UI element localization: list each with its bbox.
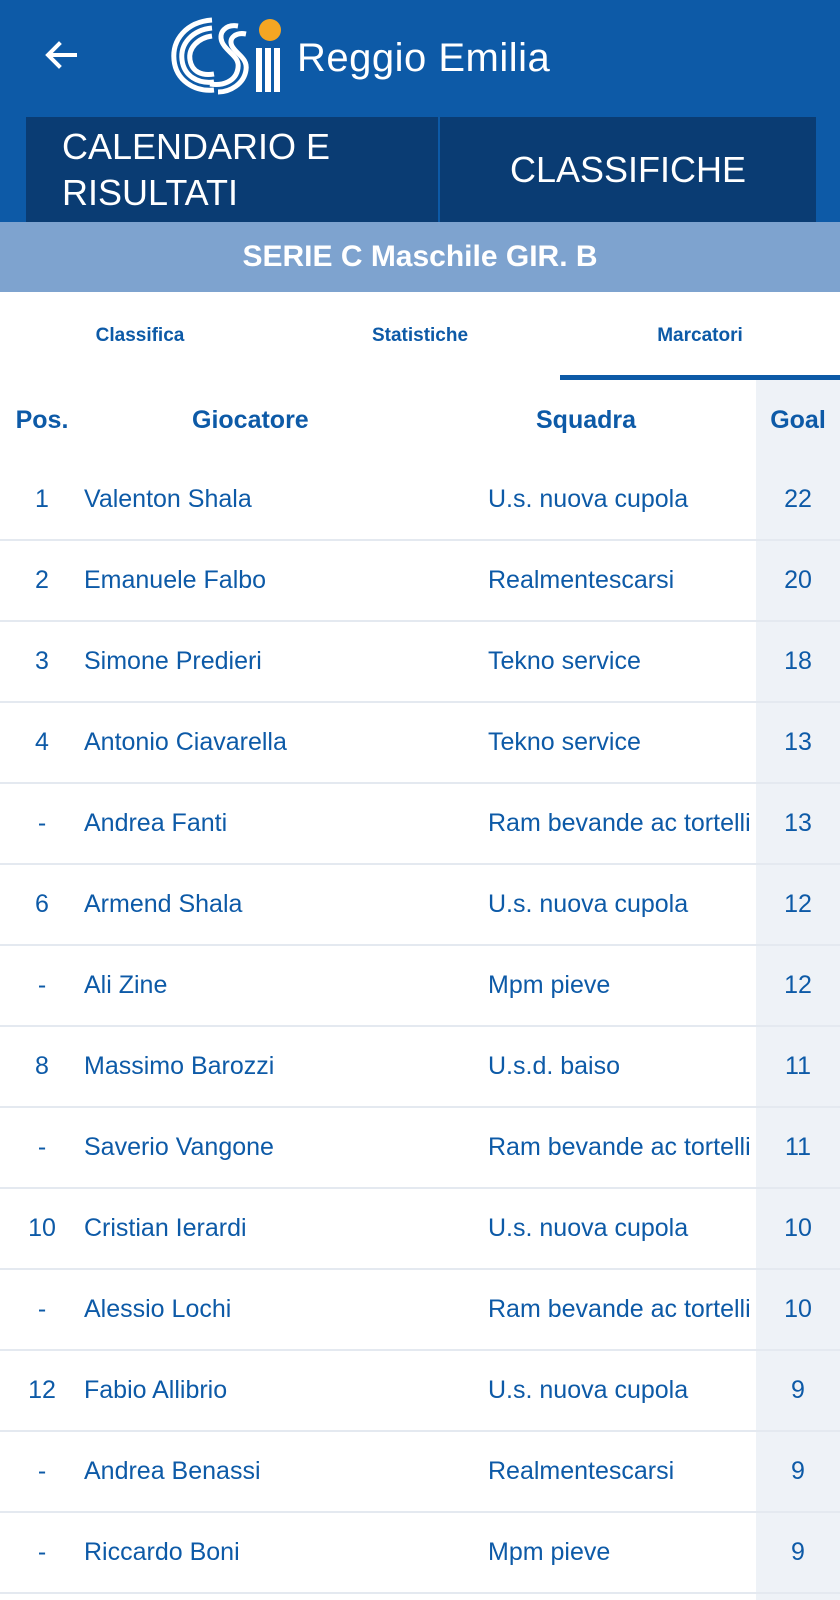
table-header: Pos. Giocatore Squadra Goal [0, 380, 840, 460]
row-pos: - [37, 1295, 47, 1323]
row-player: Massimo Barozzi [84, 1052, 275, 1080]
row-team: U.s.d. baiso [488, 1052, 621, 1080]
row-team: Ram bevande ac tortelli [488, 1133, 751, 1161]
row-player: Saverio Vangone [84, 1133, 274, 1161]
serie-title: SERIE C Maschile GIR. B [242, 240, 598, 273]
table-row[interactable]: 6 Armend Shala U.s. nuova cupola 12 [0, 865, 840, 946]
back-button[interactable] [36, 30, 86, 80]
row-goal: 10 [784, 1214, 812, 1242]
row-player: Simone Predieri [84, 647, 262, 675]
row-goal: 22 [784, 485, 812, 513]
header-team[interactable]: Squadra [488, 404, 756, 437]
arrow-left-icon [45, 41, 77, 69]
row-pos: - [37, 1133, 47, 1161]
main-tabs: CALENDARIO E RISULTATI CLASSIFICHE [26, 117, 816, 222]
subtab-statistiche[interactable]: Statistiche [280, 292, 560, 380]
row-goal: 9 [791, 1538, 805, 1566]
subtab-classifica-label: Classifica [95, 325, 185, 346]
tab-calendario-label: CALENDARIO E RISULTATI [62, 125, 331, 213]
row-goal: 13 [784, 809, 812, 837]
header-player[interactable]: Giocatore [84, 406, 488, 435]
row-player: Ali Zine [84, 971, 168, 999]
row-pos: 10 [28, 1214, 56, 1242]
row-team: Mpm pieve [488, 971, 611, 999]
row-pos: - [37, 1457, 47, 1485]
subtab-marcatori[interactable]: Marcatori [560, 292, 840, 380]
row-pos: - [37, 809, 47, 837]
table-row[interactable]: 12 Fabio Allibrio U.s. nuova cupola 9 [0, 1351, 840, 1432]
table-row[interactable]: - Andrea Fanti Ram bevande ac tortelli 13 [0, 784, 840, 865]
serie-title-bar: SERIE C Maschile GIR. B [0, 222, 840, 292]
row-team: Tekno service [488, 647, 641, 675]
row-player: Alessio Lochi [84, 1295, 232, 1323]
tab-classifiche-label: CLASSIFICHE [509, 148, 747, 190]
subtab-classifica[interactable]: Classifica [0, 292, 280, 380]
table-row[interactable]: - Riccardo Boni Mpm pieve 9 [0, 1513, 840, 1594]
table-row[interactable]: - Ali Zine Mpm pieve 12 [0, 946, 840, 1027]
table-body: 1 Valenton Shala U.s. nuova cupola 22 2 Emanu… [0, 460, 840, 1594]
sub-tabs: Classifica Statistiche Marcatori [0, 292, 840, 380]
csi-logo [171, 17, 281, 95]
scorers-table: Pos. Giocatore Squadra Goal 1 Valenton Sh… [0, 380, 840, 1594]
header-goal[interactable]: Goal [756, 406, 840, 435]
row-goal: 13 [784, 728, 812, 756]
row-player: Andrea Fanti [84, 809, 228, 837]
row-pos: 1 [35, 485, 49, 513]
row-pos: - [37, 1538, 47, 1566]
row-team: Mpm pieve [488, 1538, 611, 1566]
table-row[interactable]: 8 Massimo Barozzi U.s.d. baiso 11 [0, 1027, 840, 1108]
table-row[interactable]: 3 Simone Predieri Tekno service 18 [0, 622, 840, 703]
row-goal: 9 [791, 1457, 805, 1485]
subtab-statistiche-label: Statistiche [371, 325, 469, 346]
row-team: U.s. nuova cupola [488, 485, 689, 513]
row-team: Realmentescarsi [488, 1457, 675, 1485]
row-goal: 12 [784, 971, 812, 999]
tab-calendario[interactable]: CALENDARIO E RISULTATI [26, 117, 440, 222]
table-row[interactable]: 4 Antonio Ciavarella Tekno service 13 [0, 703, 840, 784]
row-goal: 18 [784, 647, 812, 675]
row-player: Valenton Shala [84, 485, 252, 513]
table-row[interactable]: - Andrea Benassi Realmentescarsi 9 [0, 1432, 840, 1513]
row-team: Ram bevande ac tortelli [488, 1295, 751, 1323]
row-pos: 4 [35, 728, 49, 756]
row-team: Ram bevande ac tortelli [488, 809, 751, 837]
row-goal: 20 [784, 566, 812, 594]
row-pos: - [37, 971, 47, 999]
table-row[interactable]: 2 Emanuele Falbo Realmentescarsi 20 [0, 541, 840, 622]
row-team: U.s. nuova cupola [488, 1376, 689, 1404]
brand-title: Reggio Emilia [297, 36, 551, 80]
row-goal: 11 [785, 1052, 811, 1080]
row-goal: 9 [791, 1376, 805, 1404]
table-row[interactable]: 1 Valenton Shala U.s. nuova cupola 22 [0, 460, 840, 541]
row-player: Emanuele Falbo [84, 566, 267, 594]
tab-classifiche[interactable]: CLASSIFICHE [440, 117, 816, 222]
row-player: Cristian Ierardi [84, 1214, 247, 1242]
row-pos: 2 [35, 566, 49, 594]
row-team: Realmentescarsi [488, 566, 675, 594]
row-pos: 8 [35, 1052, 49, 1080]
row-pos: 3 [35, 647, 49, 675]
row-goal: 12 [784, 890, 812, 918]
row-goal: 11 [785, 1133, 811, 1161]
table-row[interactable]: 10 Cristian Ierardi U.s. nuova cupola 10 [0, 1189, 840, 1270]
row-pos: 6 [35, 890, 49, 918]
row-pos: 12 [28, 1376, 56, 1404]
row-player: Riccardo Boni [84, 1538, 240, 1566]
row-player: Armend Shala [84, 890, 243, 918]
row-team: U.s. nuova cupola [488, 890, 689, 918]
row-player: Fabio Allibrio [84, 1376, 228, 1404]
app-header: Reggio Emilia CALENDARIO E RISULTATI CLA… [0, 0, 840, 222]
row-team: U.s. nuova cupola [488, 1214, 689, 1242]
row-player: Andrea Benassi [84, 1457, 261, 1485]
table-row[interactable]: - Saverio Vangone Ram bevande ac tortelli 1… [0, 1108, 840, 1189]
header-pos[interactable]: Pos. [0, 406, 84, 435]
row-player: Antonio Ciavarella [84, 728, 287, 756]
table-row[interactable]: - Alessio Lochi Ram bevande ac tortelli 10 [0, 1270, 840, 1351]
subtab-marcatori-label: Marcatori [657, 325, 743, 346]
row-team: Tekno service [488, 728, 641, 756]
row-goal: 10 [784, 1295, 812, 1323]
